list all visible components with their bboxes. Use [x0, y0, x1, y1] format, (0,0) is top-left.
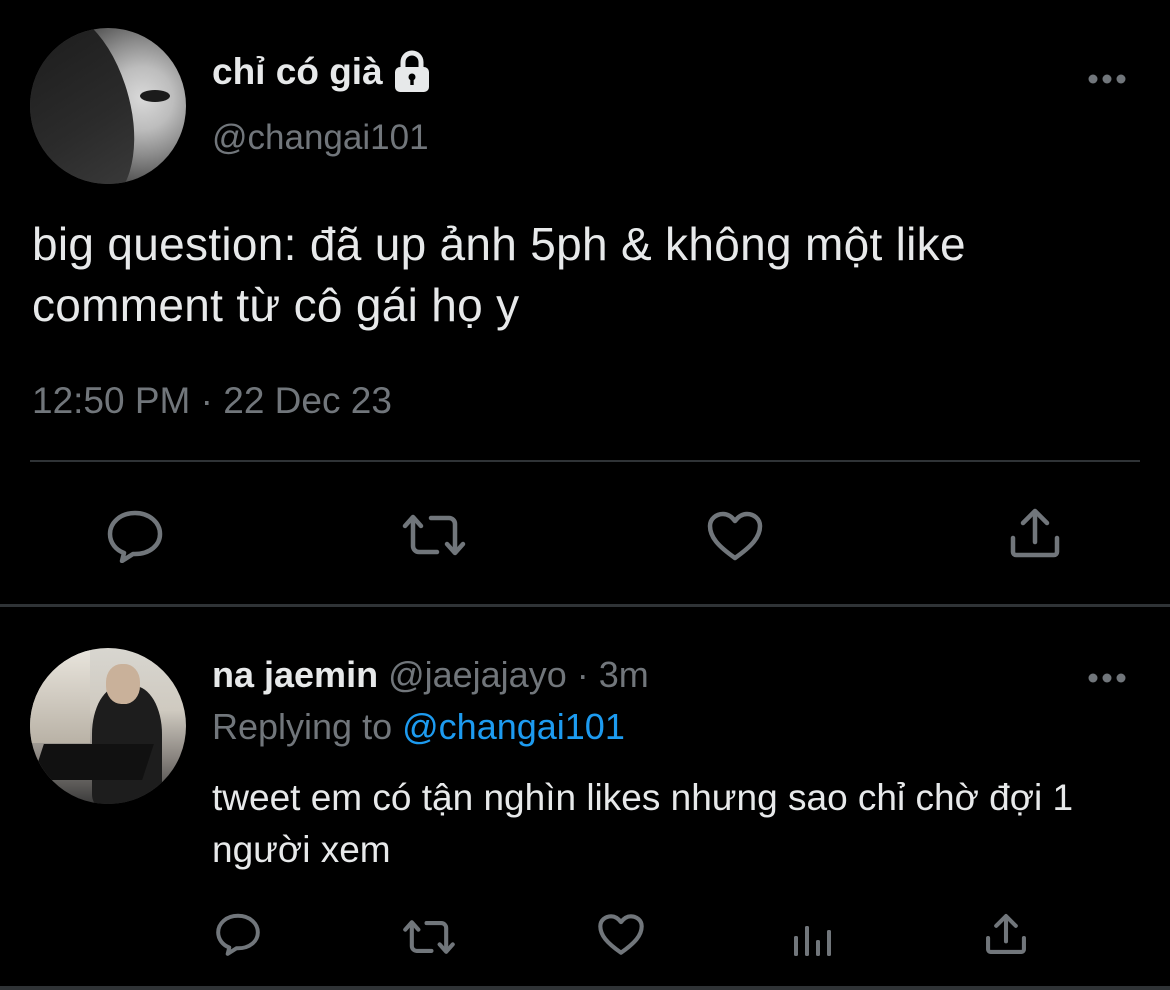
replying-to-line: Replying to @changai101: [212, 706, 625, 748]
avatar-piano-shape: [32, 744, 154, 780]
reply-avatar[interactable]: [30, 648, 186, 804]
author-handle[interactable]: @changai101: [212, 118, 429, 158]
share-icon[interactable]: [1008, 506, 1062, 560]
replying-to-handle-link[interactable]: @changai101: [402, 706, 625, 747]
more-horizontal-icon[interactable]: [1087, 672, 1127, 684]
divider: [30, 460, 1140, 462]
tweet-thread-page: chỉ có già @changai101 big question: đã …: [0, 0, 1170, 990]
reply-icon[interactable]: [106, 509, 164, 563]
reply-display-name[interactable]: na jaemin: [212, 654, 378, 695]
analytics-icon[interactable]: [793, 920, 833, 956]
tweet-text: big question: đã up ảnh 5ph & không một …: [32, 218, 966, 331]
like-icon[interactable]: [597, 913, 645, 956]
avatar[interactable]: [30, 28, 186, 184]
retweet-icon[interactable]: [402, 918, 456, 956]
author-display-name[interactable]: chỉ có già: [212, 50, 435, 94]
like-icon[interactable]: [706, 510, 764, 562]
reply-handle-and-time[interactable]: @jaejajayo · 3m: [388, 654, 649, 695]
reply-tweet[interactable]: na jaemin @jaejajayo · 3m Replying to @c…: [0, 606, 1170, 990]
reply-header: na jaemin @jaejajayo · 3m: [212, 654, 649, 696]
more-horizontal-icon[interactable]: [1087, 73, 1127, 85]
retweet-icon[interactable]: [401, 512, 467, 558]
tweet-timestamp[interactable]: 12:50 PM · 22 Dec 23: [32, 380, 392, 422]
bottom-divider: [0, 986, 1170, 990]
avatar-background-shape: [30, 648, 90, 743]
main-tweet: chỉ có già @changai101 big question: đã …: [0, 0, 1170, 606]
avatar-hair-shape: [30, 28, 150, 184]
replying-to-label: Replying to: [212, 706, 393, 747]
lock-icon: [394, 50, 429, 92]
author-name-text: chỉ có già: [212, 51, 383, 92]
avatar-eye-shape: [140, 90, 170, 102]
reply-text: tweet em có tận nghìn likes nhưng sao ch…: [212, 777, 1074, 870]
reply-icon[interactable]: [215, 912, 261, 956]
share-icon[interactable]: [984, 912, 1028, 956]
avatar-face-shape: [106, 664, 140, 704]
